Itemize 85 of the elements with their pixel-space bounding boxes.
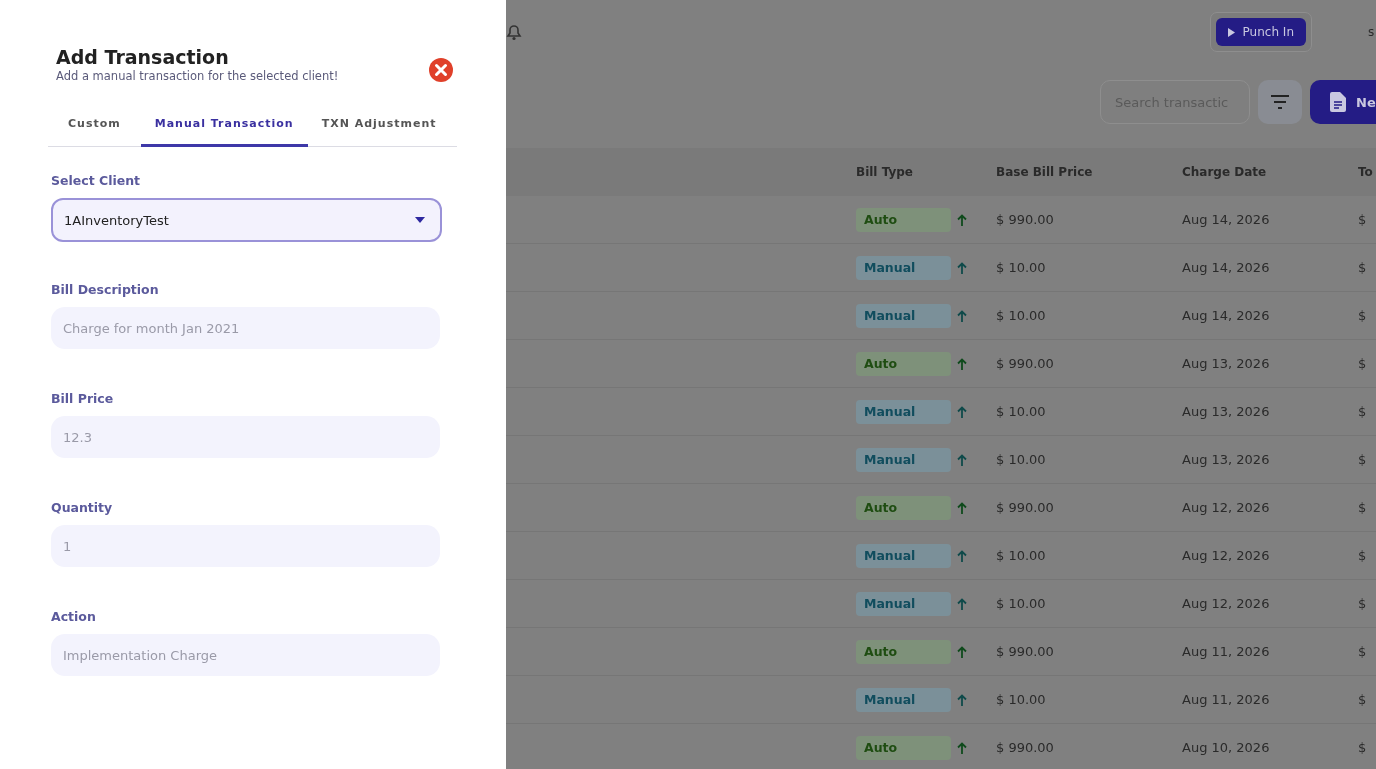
table-cell-text: $ 10.00	[996, 260, 1047, 275]
input-field[interactable]: 12.3	[51, 416, 440, 458]
table-cell-text: $ 990.00	[996, 212, 1055, 227]
table-cell-text: $ 990.00	[996, 644, 1055, 659]
table-cell-text: $	[1358, 500, 1368, 515]
filter-icon	[1271, 95, 1289, 109]
bill-type-tag: Manual	[856, 399, 951, 424]
table-cell-text: Aug 14, 2026	[1182, 212, 1271, 227]
filter-button[interactable]	[1258, 80, 1302, 124]
bill-type-tag: Manual	[856, 687, 951, 712]
bill-type-tag: Auto	[856, 495, 951, 520]
drawer-subtitle: Add a manual transaction for the selected client!	[56, 69, 339, 83]
tab[interactable]: Custom	[48, 111, 141, 147]
table-cell-text: $ 10.00	[996, 308, 1047, 323]
up-arrow-icon	[957, 645, 967, 658]
caret-icon	[414, 216, 426, 224]
up-arrow-icon	[957, 597, 967, 610]
table-cell-text: $ 990.00	[996, 740, 1055, 755]
new-button[interactable]: Ne	[1310, 80, 1376, 124]
bill-type-tag: Manual	[856, 447, 951, 472]
table-cell-text: Aug 13, 2026	[1182, 404, 1271, 419]
table-cell-text: $	[1358, 452, 1368, 467]
input-field[interactable]: Implementation Charge	[51, 634, 440, 676]
table-cell-text: $ 10.00	[996, 596, 1047, 611]
table-cell-text: $	[1358, 548, 1368, 563]
table-cell-text: $ 10.00	[996, 548, 1047, 563]
table-cell-text: $	[1358, 692, 1368, 707]
up-arrow-icon	[957, 405, 967, 418]
up-arrow-icon	[957, 741, 967, 754]
tab[interactable]: Manual Transaction	[140, 111, 308, 147]
up-arrow-icon	[957, 549, 967, 562]
table-cell-text: Aug 11, 2026	[1182, 692, 1271, 707]
table-cell-text: $	[1358, 212, 1368, 227]
punch-in-button[interactable]: Punch In	[1215, 18, 1306, 46]
bill-type-tag: Auto	[856, 351, 951, 376]
up-arrow-icon	[957, 309, 967, 322]
table-cell-text: $ 10.00	[996, 692, 1047, 707]
up-arrow-icon	[957, 357, 967, 370]
table-cell-text: Aug 13, 2026	[1182, 356, 1271, 371]
input-field[interactable]: 1	[51, 525, 440, 567]
up-arrow-icon	[957, 453, 967, 466]
up-arrow-icon	[957, 213, 967, 226]
bill-type-tag: Manual	[856, 591, 951, 616]
field-label: Action	[51, 609, 96, 624]
table-cell-text: $	[1358, 404, 1368, 419]
table-cell-text: $	[1358, 596, 1368, 611]
bill-type-tag: Auto	[856, 735, 951, 760]
table-cell-text: $ 990.00	[996, 500, 1055, 515]
client-select[interactable]: 1AInventoryTest	[51, 198, 442, 242]
bill-type-tag: Auto	[856, 639, 951, 664]
table-cell-text: $	[1358, 356, 1368, 371]
table-cell-text: Aug 14, 2026	[1182, 308, 1271, 323]
bell-icon[interactable]	[506, 23, 522, 41]
close-icon[interactable]	[429, 58, 453, 82]
table-cell-text: $	[1358, 308, 1368, 323]
field-label: Select Client	[51, 173, 141, 188]
table-cell-text: $	[1358, 260, 1368, 275]
up-arrow-icon	[957, 501, 967, 514]
user-name: s	[1368, 25, 1376, 39]
table-cell-text: $ 10.00	[996, 404, 1047, 419]
bill-type-tag: Manual	[856, 303, 951, 328]
up-arrow-icon	[957, 693, 967, 706]
table-cell-text: Aug 12, 2026	[1182, 500, 1271, 515]
drawer-title: Add Transaction	[56, 46, 230, 68]
bill-type-tag: Auto	[856, 207, 951, 232]
tab[interactable]: TXN Adjustment	[307, 111, 451, 147]
table-cell-text: $ 10.00	[996, 452, 1047, 467]
table-cell-text: Aug 10, 2026	[1182, 740, 1271, 755]
field-label: Bill Description	[51, 282, 159, 297]
input-field[interactable]: Charge for month Jan 2021	[51, 307, 440, 349]
play-icon	[1227, 27, 1235, 37]
table-cell-text: Aug 12, 2026	[1182, 548, 1271, 563]
document-icon	[1330, 92, 1346, 112]
table-cell-text: Aug 13, 2026	[1182, 452, 1271, 467]
table-cell-text: Aug 14, 2026	[1182, 260, 1271, 275]
table-cell-text: $	[1358, 740, 1368, 755]
bill-type-tag: Manual	[856, 255, 951, 280]
table-cell-text: $ 990.00	[996, 356, 1055, 371]
field-label: Quantity	[51, 500, 113, 515]
field-label: Bill Price	[51, 391, 114, 406]
up-arrow-icon	[957, 261, 967, 274]
table-cell-text: Aug 11, 2026	[1182, 644, 1271, 659]
table-cell-text: Aug 12, 2026	[1182, 596, 1271, 611]
bill-type-tag: Manual	[856, 543, 951, 568]
table-cell-text: $	[1358, 644, 1368, 659]
